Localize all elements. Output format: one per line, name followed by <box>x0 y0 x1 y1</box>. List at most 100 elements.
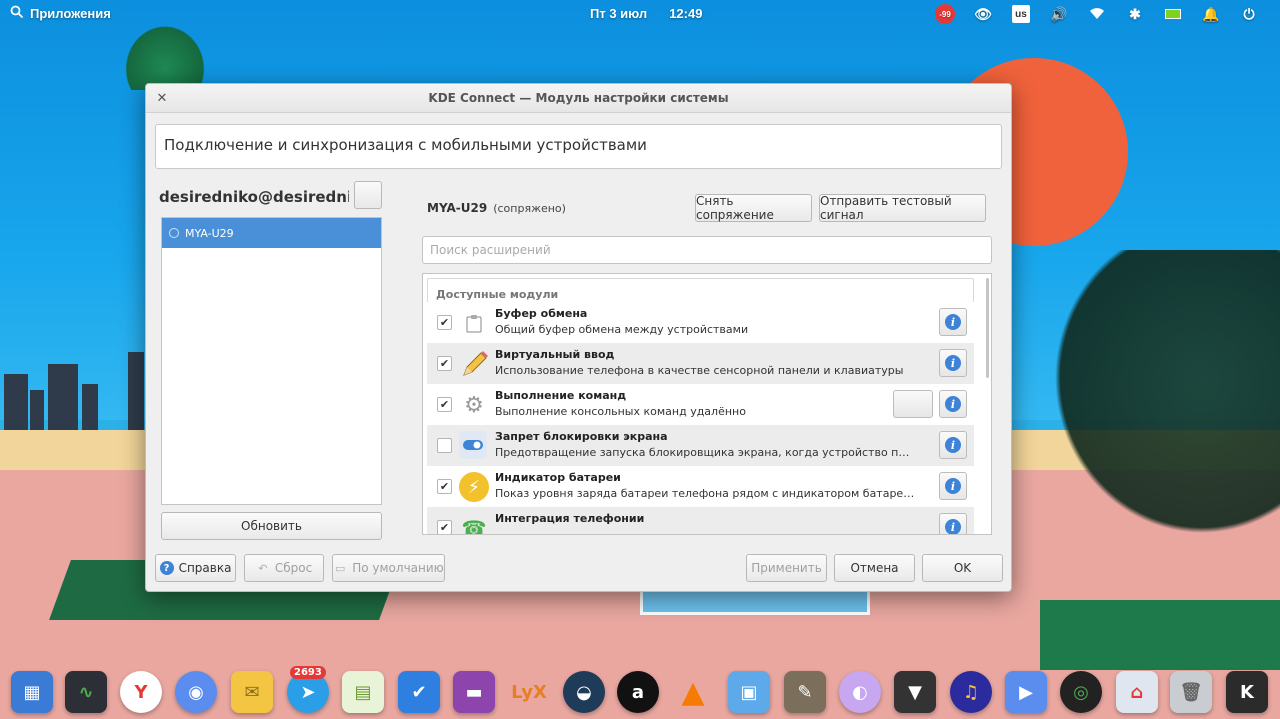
notes-icon[interactable]: ▬ <box>453 671 495 713</box>
clipboard-icon <box>459 308 489 338</box>
help-icon: ? <box>159 561 174 575</box>
cancel-button[interactable]: Отмена <box>834 554 915 582</box>
screen-recorder-icon[interactable]: -99 <box>935 4 955 24</box>
wifi-icon[interactable] <box>1078 3 1116 25</box>
bluetooth-icon[interactable]: ✱ <box>1116 3 1154 25</box>
info-icon: i <box>945 437 961 453</box>
eye-icon[interactable]: 👁 <box>964 3 1002 25</box>
plugin-info-button[interactable]: i <box>939 308 967 336</box>
plugin-row[interactable]: ✔ ☎ Интеграция телефонии i <box>427 507 974 535</box>
chromium-icon[interactable]: ◉ <box>175 671 217 713</box>
device-list-item-label: MYA-U29 <box>185 226 234 240</box>
applications-menu-button[interactable]: Приложения <box>10 5 111 22</box>
notifications-icon[interactable]: 🔔 <box>1192 3 1230 25</box>
plugin-name: Выполнение команд <box>495 389 627 402</box>
volume-icon[interactable]: 🔊 <box>1040 3 1078 25</box>
apply-button-label: Применить <box>751 561 822 575</box>
plugins-list: Доступные модули ✔ Буфер обмена Общий бу… <box>422 273 992 535</box>
clock[interactable]: Пт 3 июл 12:49 <box>590 6 702 21</box>
anydesk-icon[interactable]: a <box>617 671 659 713</box>
search-icon <box>10 5 24 22</box>
camera-icon[interactable]: ◎ <box>1060 671 1102 713</box>
date-label: Пт 3 июл <box>590 6 648 21</box>
rename-device-button[interactable] <box>354 181 382 209</box>
unpair-button[interactable]: Снять сопряжение <box>695 194 812 222</box>
installer-icon[interactable]: ◒ <box>563 671 605 713</box>
plugin-row[interactable]: ✔ Виртуальный ввод Использование телефон… <box>427 343 974 384</box>
refresh-button[interactable]: Обновить <box>161 512 382 540</box>
plugin-row[interactable]: ✔ ⚙ Выполнение команд Выполнение консоль… <box>427 384 974 425</box>
media-player-icon[interactable]: ▶ <box>1005 671 1047 713</box>
palm-tree-right <box>1020 250 1280 570</box>
defaults-button-label: По умолчанию <box>352 561 444 575</box>
plugin-name: Интеграция телефонии <box>495 512 645 525</box>
tasks-icon[interactable]: ✔ <box>398 671 440 713</box>
plugin-name: Буфер обмена <box>495 307 588 320</box>
plugin-checkbox[interactable]: ✔ <box>437 315 452 330</box>
plugin-row[interactable]: ✔ ⚡ Индикатор батареи Показ уровня заряд… <box>427 466 974 507</box>
username-label: desiredniko@desiredniko <box>159 188 349 206</box>
app-store-icon[interactable]: ⌂ <box>1116 671 1158 713</box>
plugin-info-button[interactable]: i <box>939 513 967 534</box>
color-picker-icon[interactable]: ◐ <box>839 671 881 713</box>
send-ping-button[interactable]: Отправить тестовый сигнал <box>819 194 986 222</box>
gimp-icon[interactable]: ✎ <box>784 671 826 713</box>
pencil-icon <box>459 349 489 379</box>
time-label: 12:49 <box>669 6 703 21</box>
image-viewer-icon[interactable]: ▣ <box>728 671 770 713</box>
plugin-description: Выполнение консольных команд удалённо <box>495 405 746 418</box>
keyboard-layout-indicator[interactable]: us <box>1012 5 1030 23</box>
window-title: KDE Connect — Модуль настройки системы <box>428 91 729 105</box>
close-icon[interactable]: ✕ <box>154 90 170 106</box>
module-header: Подключение и синхронизация с мобильными… <box>155 124 1002 169</box>
defaults-button[interactable]: ▭ По умолчанию <box>332 554 445 582</box>
plugin-info-button[interactable]: i <box>939 390 967 418</box>
telegram-icon[interactable]: ➤ 2693 <box>287 666 329 713</box>
info-icon: i <box>945 355 961 371</box>
plugin-info-button[interactable]: i <box>939 472 967 500</box>
battery-icon[interactable] <box>1165 9 1181 19</box>
trash-icon[interactable]: 🗑 <box>1170 671 1212 713</box>
inkscape-icon[interactable]: ▼ <box>894 671 936 713</box>
dock: ▦ ∿ Y ◉ ✉ ➤ 2693 ▤ ✔ ▬ LyX ◒ a ▲ ▣ ✎ ◐ ▼ … <box>0 665 1280 719</box>
palm-tree-left <box>120 20 210 90</box>
plugin-checkbox[interactable]: ✔ <box>437 397 452 412</box>
yandex-browser-icon[interactable]: Y <box>120 671 162 713</box>
help-button[interactable]: ? Справка <box>155 554 236 582</box>
plugin-configure-button[interactable] <box>893 390 933 418</box>
reset-button[interactable]: ↶ Сброс <box>244 554 324 582</box>
phone-icon: ☎ <box>461 516 487 535</box>
calendar-icon[interactable]: ▤ <box>342 671 384 713</box>
device-list-item[interactable]: MYA-U29 <box>162 218 381 248</box>
apply-button[interactable]: Применить <box>746 554 827 582</box>
plugin-row[interactable]: ✔ Буфер обмена Общий буфер обмена между … <box>427 302 974 343</box>
cancel-button-label: Отмена <box>850 561 899 575</box>
plugin-name: Запрет блокировки экрана <box>495 430 668 443</box>
reset-icon: ↶ <box>258 561 268 575</box>
mail-icon[interactable]: ✉ <box>231 671 273 713</box>
plugin-search-input[interactable] <box>422 236 992 264</box>
power-icon[interactable]: ⏻ <box>1230 3 1268 25</box>
ok-button[interactable]: OK <box>922 554 1003 582</box>
plugin-row[interactable]: Запрет блокировки экрана Предотвращение … <box>427 425 974 466</box>
info-icon: i <box>945 519 961 534</box>
plugins-scrollbar[interactable] <box>986 278 989 378</box>
window-titlebar[interactable]: ✕ KDE Connect — Модуль настройки системы <box>146 84 1011 113</box>
ok-button-label: OK <box>953 561 972 575</box>
telegram-unread-badge: 2693 <box>290 666 326 679</box>
lyx-icon[interactable]: LyX <box>508 671 550 713</box>
system-tray: -99 👁 us 🔊 ✱ 🔔 ⏻ <box>926 3 1268 25</box>
multitasking-view-icon[interactable]: ▦ <box>11 671 53 713</box>
plugin-info-button[interactable]: i <box>939 349 967 377</box>
plugin-name: Индикатор батареи <box>495 471 621 484</box>
document-icon: ▭ <box>335 561 346 575</box>
plugin-checkbox[interactable]: ✔ <box>437 520 452 534</box>
plugin-info-button[interactable]: i <box>939 431 967 459</box>
vlc-icon[interactable]: ▲ <box>672 671 714 713</box>
system-monitor-icon[interactable]: ∿ <box>65 671 107 713</box>
plugin-checkbox[interactable]: ✔ <box>437 479 452 494</box>
plugin-checkbox[interactable] <box>437 438 452 453</box>
plugin-checkbox[interactable]: ✔ <box>437 356 452 371</box>
kde-connect-icon[interactable]: K <box>1226 671 1268 713</box>
audacity-icon[interactable]: ♫ <box>950 671 992 713</box>
